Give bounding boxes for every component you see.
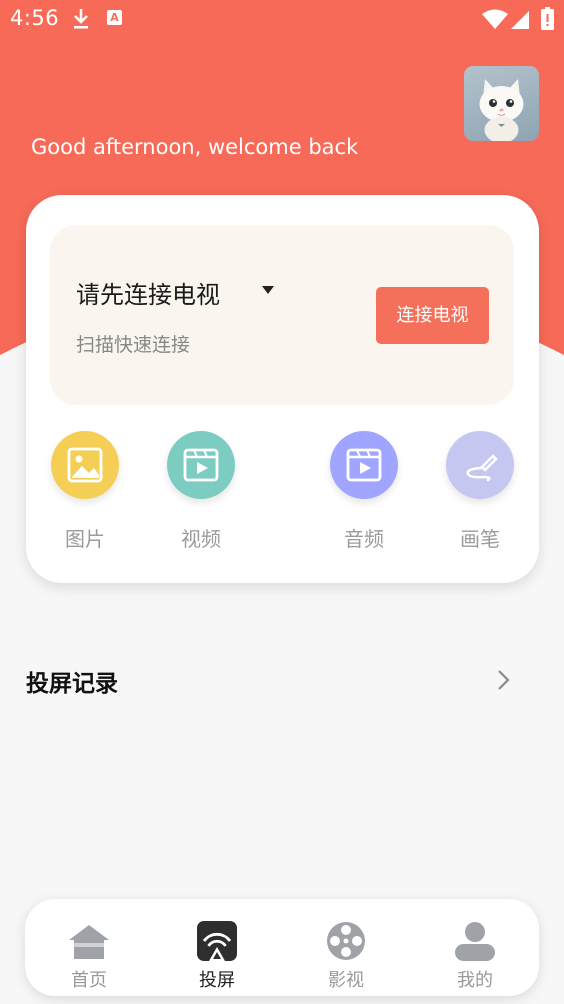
- connect-panel: 请先连接电视 扫描快速连接 连接电视: [50, 225, 514, 405]
- avatar[interactable]: [464, 66, 539, 141]
- welcome-message: Good afternoon, welcome back: [31, 135, 359, 159]
- cast-icon: [197, 921, 237, 961]
- video-icon: [167, 431, 235, 499]
- status-bar: 4:56 A: [0, 0, 564, 40]
- cat-avatar-icon: [479, 79, 524, 141]
- feature-label: 音频: [344, 527, 384, 551]
- nav-item-home[interactable]: 首页: [25, 899, 153, 996]
- chevron-right-icon[interactable]: [494, 668, 512, 692]
- nav-label: 首页: [71, 970, 107, 991]
- profile-icon: [455, 922, 495, 961]
- image-icon: [51, 431, 119, 499]
- wifi-icon: [482, 9, 508, 29]
- nav-item-cast[interactable]: 投屏: [153, 899, 281, 996]
- scan-hint: 扫描快速连接: [76, 334, 191, 356]
- cast-history-title[interactable]: 投屏记录: [26, 664, 118, 698]
- a-icon: A: [107, 10, 122, 25]
- dropdown-caret-icon[interactable]: [262, 286, 274, 294]
- connect-tv-button[interactable]: 连接电视: [376, 287, 489, 344]
- feature-label: 视频: [181, 527, 221, 551]
- nav-label: 影视: [328, 970, 364, 991]
- nav-label: 我的: [457, 970, 493, 991]
- download-icon: [74, 9, 88, 29]
- feature-image[interactable]: 图片: [40, 431, 130, 561]
- bottom-nav: 首页 投屏 影视 我的: [25, 899, 539, 996]
- home-icon: [69, 925, 109, 959]
- nav-item-movies[interactable]: 影视: [282, 899, 410, 996]
- nav-label: 投屏: [199, 970, 235, 991]
- audio-icon: [330, 431, 398, 499]
- feature-audio[interactable]: 音频: [319, 431, 409, 561]
- signal-icon: [511, 11, 529, 29]
- feature-video[interactable]: 视频: [156, 431, 246, 561]
- film-reel-icon: [327, 922, 365, 960]
- cast-card: 请先连接电视 扫描快速连接 连接电视 图片 视频 音频 画笔: [26, 195, 539, 583]
- brush-icon: [446, 431, 514, 499]
- nav-item-profile[interactable]: 我的: [411, 899, 539, 996]
- battery-icon: [541, 7, 554, 30]
- feature-brush[interactable]: 画笔: [435, 431, 525, 561]
- status-time: 4:56: [10, 6, 60, 30]
- device-selector[interactable]: 请先连接电视: [76, 275, 220, 310]
- feature-label: 图片: [65, 527, 105, 551]
- feature-label: 画笔: [460, 527, 500, 551]
